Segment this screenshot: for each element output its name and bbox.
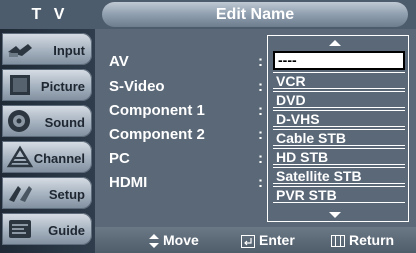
up-down-arrows-icon — [149, 234, 159, 249]
sidebar-item-label: Picture — [40, 79, 85, 94]
sidebar-item-sound[interactable]: Sound — [2, 105, 92, 137]
separator-colon: : — [258, 102, 263, 119]
sidebar-menu: Input Picture Sound Channel Setup Guide — [0, 29, 95, 253]
picture-icon — [10, 75, 30, 95]
sidebar-item-label: Sound — [44, 115, 85, 130]
menu-grid-icon — [331, 235, 345, 248]
return-hint: Return — [331, 231, 394, 249]
source-label-component-2[interactable]: Component 2 — [109, 126, 205, 143]
device-name-dropdown[interactable]: ---- VCR DVD D-VHS Cable STB HD STB Sate… — [267, 35, 409, 222]
dropdown-option[interactable]: D-VHS — [273, 110, 405, 127]
enter-hint-label: Enter — [259, 232, 295, 248]
scroll-down-arrow-icon[interactable] — [329, 212, 341, 218]
dropdown-option[interactable]: VCR — [273, 72, 405, 89]
speaker-icon — [8, 110, 30, 132]
sidebar-item-picture[interactable]: Picture — [2, 69, 92, 101]
separator-colon: : — [258, 78, 263, 95]
antenna-icon — [6, 145, 34, 168]
move-hint: Move — [149, 231, 199, 249]
source-label-s-video[interactable]: S-Video — [109, 78, 165, 95]
sidebar-item-guide[interactable]: Guide — [2, 213, 92, 245]
enter-hint: Enter — [241, 231, 295, 249]
sidebar-item-label: Guide — [48, 223, 85, 238]
title-bar: T V Edit Name — [0, 0, 416, 29]
sidebar-item-label: Input — [53, 43, 85, 58]
return-hint-label: Return — [349, 232, 395, 248]
enter-key-icon — [241, 234, 255, 248]
source-label-pc[interactable]: PC — [109, 150, 130, 167]
edit-name-panel: AV : S-Video : Component 1 : Component 2… — [95, 29, 416, 227]
separator-colon: : — [258, 53, 263, 70]
sidebar-item-setup[interactable]: Setup — [2, 177, 92, 209]
dropdown-option[interactable]: DVD — [273, 91, 405, 108]
navigation-hint-bar: Move Enter Return — [95, 227, 416, 253]
dropdown-option[interactable]: PVR STB — [273, 186, 405, 203]
sidebar-item-channel[interactable]: Channel — [2, 141, 92, 173]
move-hint-label: Move — [163, 232, 199, 248]
tv-osd-screen: T V Edit Name Input Picture Sound Channe… — [0, 0, 416, 253]
separator-colon: : — [258, 150, 263, 167]
separator-colon: : — [258, 174, 263, 191]
dropdown-option[interactable]: Cable STB — [273, 129, 405, 146]
setup-icon — [9, 186, 32, 202]
scroll-up-arrow-icon[interactable] — [329, 40, 341, 46]
source-label-component-1[interactable]: Component 1 — [109, 102, 205, 119]
separator-colon: : — [258, 126, 263, 143]
program-guide-icon — [9, 220, 31, 238]
sidebar-item-label: Setup — [48, 187, 85, 202]
dropdown-option-selected[interactable]: ---- — [273, 51, 405, 70]
dropdown-option[interactable]: HD STB — [273, 148, 405, 165]
tv-mode-label: T V — [31, 6, 69, 23]
sidebar-item-input[interactable]: Input — [2, 33, 92, 65]
source-label-hdmi[interactable]: HDMI — [109, 174, 147, 191]
sidebar-item-label: Channel — [33, 151, 85, 166]
input-plug-icon — [8, 44, 32, 57]
source-label-av[interactable]: AV — [109, 53, 129, 70]
page-title: Edit Name — [102, 2, 408, 27]
dropdown-option[interactable]: Satellite STB — [273, 167, 405, 184]
